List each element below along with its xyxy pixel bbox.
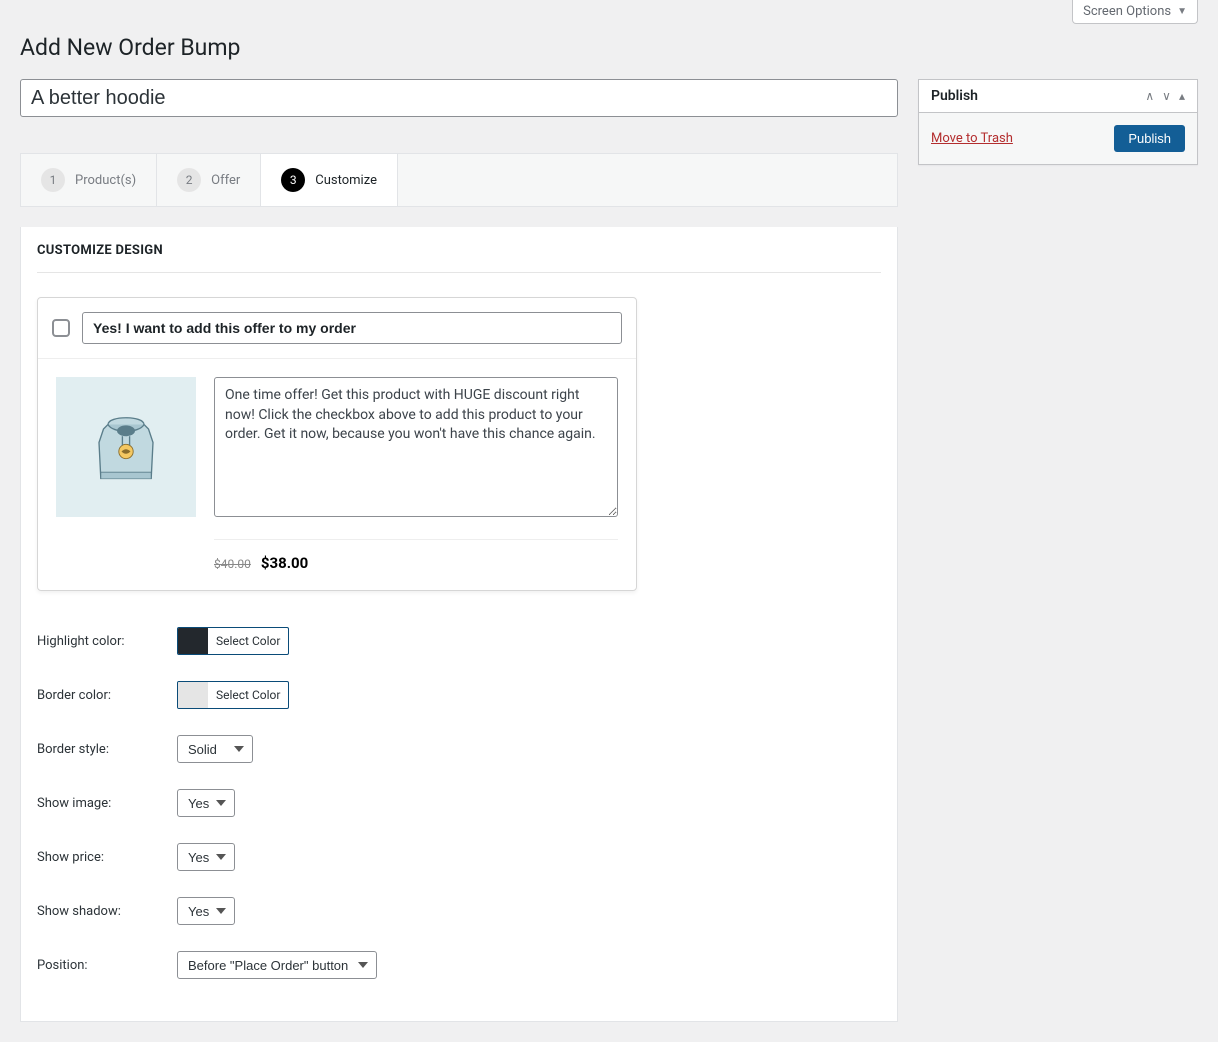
move-up-icon[interactable]: ∧ <box>1145 89 1154 103</box>
step-products[interactable]: 1 Product(s) <box>21 154 157 206</box>
highlight-color-picker[interactable]: Select Color <box>177 627 289 655</box>
step-num: 1 <box>41 168 65 192</box>
chevron-down-icon: ▼ <box>1177 6 1187 17</box>
step-label: Offer <box>211 173 240 188</box>
show-image-label: Show image: <box>37 796 177 811</box>
publish-box: Publish ∧ ∨ ▴ Move to Trash Publish <box>918 79 1198 165</box>
new-price: $38.00 <box>261 554 308 572</box>
old-price: $40.00 <box>214 557 251 571</box>
description-textarea[interactable] <box>214 377 618 517</box>
publish-title: Publish <box>931 88 978 104</box>
title-input[interactable] <box>20 79 898 117</box>
screen-options-toggle[interactable]: Screen Options ▼ <box>1072 0 1198 24</box>
panel-title: CUSTOMIZE DESIGN <box>37 243 881 273</box>
step-label: Product(s) <box>75 173 136 188</box>
step-num: 2 <box>177 168 201 192</box>
step-customize[interactable]: 3 Customize <box>261 154 398 206</box>
accept-offer-checkbox[interactable] <box>52 319 70 337</box>
step-num: 3 <box>281 168 305 192</box>
product-image <box>56 377 196 517</box>
position-label: Position: <box>37 958 177 973</box>
position-select[interactable]: Before "Place Order" button <box>177 951 377 979</box>
color-swatch <box>178 682 208 708</box>
show-shadow-select[interactable]: Yes <box>177 897 235 925</box>
steps-nav: 1 Product(s) 2 Offer 3 Customize <box>20 153 898 207</box>
border-color-picker[interactable]: Select Color <box>177 681 289 709</box>
move-to-trash-link[interactable]: Move to Trash <box>931 131 1013 146</box>
move-down-icon[interactable]: ∨ <box>1162 89 1171 103</box>
show-shadow-label: Show shadow: <box>37 904 177 919</box>
border-style-label: Border style: <box>37 742 177 757</box>
step-offer[interactable]: 2 Offer <box>157 154 261 206</box>
show-image-select[interactable]: Yes <box>177 789 235 817</box>
border-style-select[interactable]: Solid <box>177 735 253 763</box>
select-color-text: Select Color <box>208 634 288 648</box>
toggle-panel-icon[interactable]: ▴ <box>1179 89 1185 103</box>
show-price-label: Show price: <box>37 850 177 865</box>
publish-button[interactable]: Publish <box>1114 125 1185 152</box>
step-label: Customize <box>315 173 377 188</box>
order-bump-preview: $40.00 $38.00 <box>37 297 637 591</box>
show-price-select[interactable]: Yes <box>177 843 235 871</box>
hoodie-icon <box>81 402 171 492</box>
customize-panel: CUSTOMIZE DESIGN <box>20 227 898 1022</box>
highlight-color-label: Highlight color: <box>37 634 177 649</box>
color-swatch <box>178 628 208 654</box>
select-color-text: Select Color <box>208 688 288 702</box>
border-color-label: Border color: <box>37 688 177 703</box>
headline-input[interactable] <box>82 312 622 344</box>
page-title: Add New Order Bump <box>20 34 1198 61</box>
screen-options-label: Screen Options <box>1083 4 1171 19</box>
